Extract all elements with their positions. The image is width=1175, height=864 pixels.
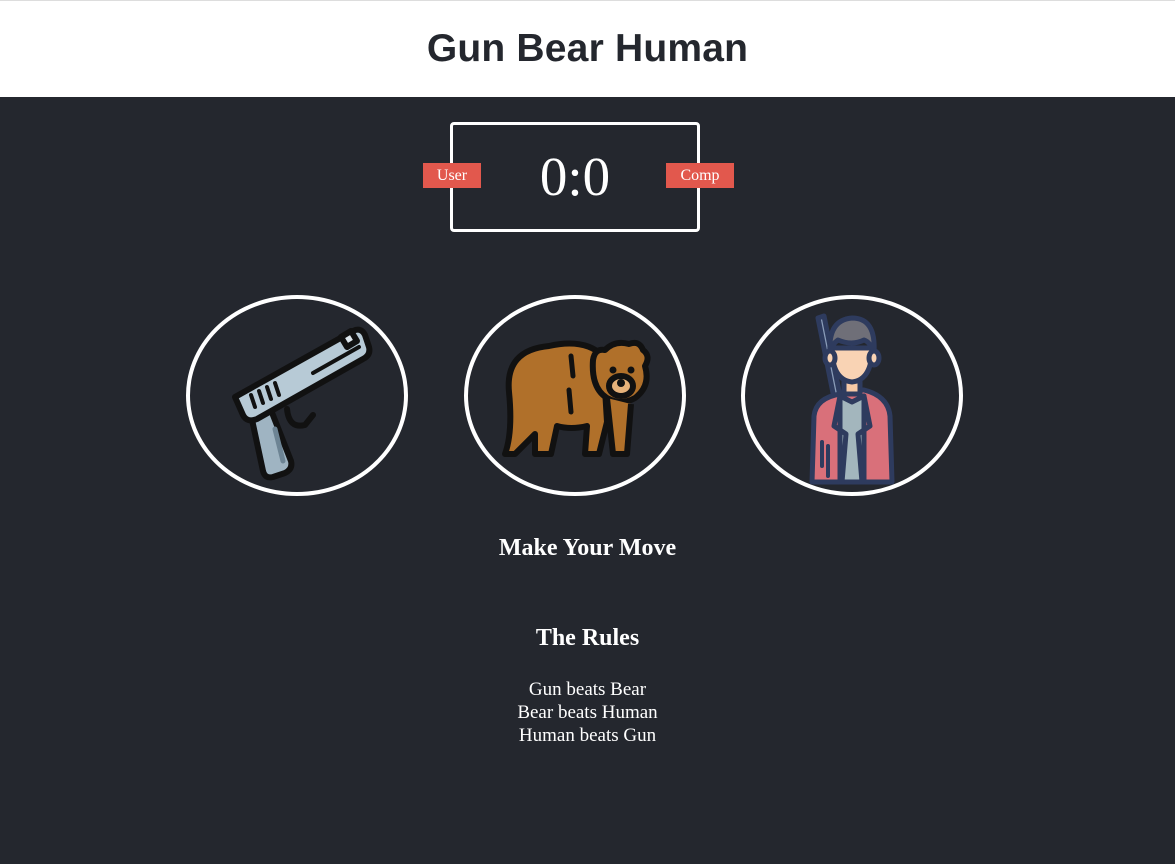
rules-title: The Rules (535, 625, 640, 651)
score-display: 0:0 (539, 146, 611, 207)
choice-gun-button[interactable] (186, 295, 408, 496)
rule-item: Gun beats Bear (528, 679, 647, 700)
gun-icon (232, 326, 373, 480)
page-title: Gun Bear Human (426, 27, 749, 70)
human-icon (809, 313, 895, 484)
scoreboard: 0:0 (450, 122, 700, 232)
status-message: Make Your Move (498, 535, 677, 561)
header: Gun Bear Human (0, 0, 1175, 97)
rules-list: Gun beats Bear Bear beats Human Human be… (0, 678, 1175, 747)
rule-item: Bear beats Human (517, 702, 658, 723)
comp-label-badge: Comp (666, 163, 734, 188)
choice-bear-button[interactable] (464, 295, 686, 496)
bear-icon (502, 339, 651, 457)
rule-item: Human beats Gun (518, 725, 657, 746)
user-label-badge: User (423, 163, 481, 188)
choice-human-button[interactable] (741, 295, 963, 496)
